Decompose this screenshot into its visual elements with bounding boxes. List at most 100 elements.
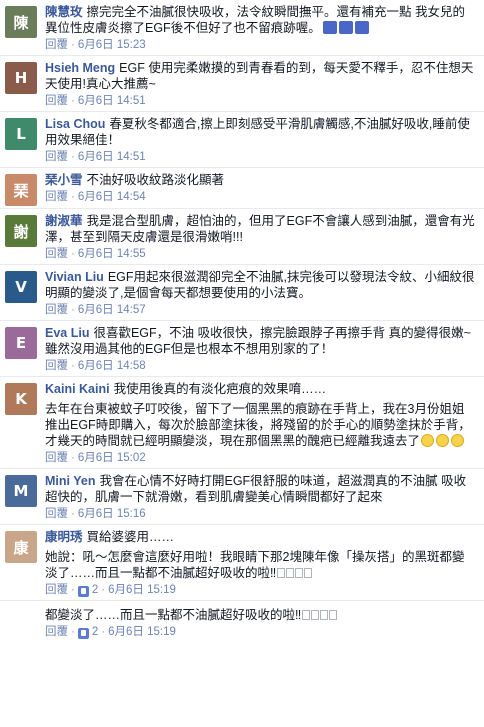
comment-author[interactable]: Eva Liu: [45, 326, 89, 340]
reply-link[interactable]: 回覆: [45, 189, 68, 205]
comment-meta: 回覆 · 6月6日 14:51: [45, 149, 476, 165]
comment-content: Mini Yen 我會在心情不好時打開EGF很舒服的味道，超滋潤真的不油膩 吸收超…: [45, 473, 476, 505]
comment-meta: 回覆 · 6月6日 14:58: [45, 358, 476, 374]
missing-glyph-icon: [295, 568, 304, 578]
smile-emoji-icon: [436, 434, 450, 447]
comment-author[interactable]: 謝淑華: [45, 214, 83, 228]
timestamp-link[interactable]: 6月6日 15:16: [78, 506, 146, 522]
timestamp-link[interactable]: 6月6日 14:51: [78, 93, 146, 109]
reply-link[interactable]: 回覆: [45, 149, 68, 165]
timestamp-link[interactable]: 6月6日 15:19: [108, 582, 176, 598]
comment-item: M Mini Yen 我會在心情不好時打開EGF很舒服的味道，超滋潤真的不油膩 吸收…: [0, 469, 484, 525]
comment-text: 我會在心情不好時打開EGF很舒服的味道，超滋潤真的不油膩 吸收超快的，肌膚一下就…: [45, 474, 467, 504]
reply-link[interactable]: 回覆: [45, 302, 68, 318]
timestamp-link[interactable]: 6月6日 15:23: [78, 37, 146, 53]
avatar-initial: 陳: [13, 13, 29, 32]
comment-item: 陳陳慧玫 擦完完全不油膩很快吸收，法令紋瞬間撫平。還有補充一點 我女兒的異位性皮膚…: [0, 0, 484, 56]
comment-content: 陳慧玫 擦完完全不油膩很快吸收，法令紋瞬間撫平。還有補充一點 我女兒的異位性皮膚炎…: [45, 4, 476, 36]
continued-comment: 都變淡了……而且一點都不油膩超好吸收的啦‼ 回覆 · 2 · 6月6日 15:19: [0, 601, 484, 642]
avatar[interactable]: K: [5, 383, 37, 415]
avatar-initial: V: [15, 278, 27, 296]
comment-body: Vivian Liu EGF用起來很滋潤卻完全不油膩,抹完後可以發現法令紋、小細紋…: [45, 269, 476, 318]
missing-glyph-icon: [302, 610, 311, 620]
comment-content: Lisa Chou 春夏秋冬都適合,擦上即刻感受平滑肌膚觸感,不油膩好吸收,睡前使…: [45, 116, 476, 148]
comment-extra-text: 去年在台東被蚊子叮咬後，留下了一個黑黑的痕跡在手背上，我在3月份姐姐推出EGF時…: [45, 402, 471, 448]
comment-content: 康明琇 買給婆婆用……: [45, 529, 476, 545]
comment-author[interactable]: 陳慧玫: [45, 5, 83, 19]
avatar-initial: E: [15, 334, 27, 352]
comment-meta: 回覆 · 6月6日 14:55: [45, 246, 476, 262]
timestamp-link[interactable]: 6月6日 15:02: [78, 450, 146, 466]
comment-body: Hsieh Meng EGF 使用完柔嫩摸的到青春看的到，每天愛不釋手，忍不住想天…: [45, 60, 476, 109]
timestamp-link[interactable]: 6月6日 14:51: [78, 149, 146, 165]
avatar[interactable]: V: [5, 271, 37, 303]
comment-meta: 回覆 · 6月6日 15:16: [45, 506, 476, 522]
avatar[interactable]: 琹: [5, 174, 37, 206]
comment-body: 謝淑華 我是混合型肌膚，超怕油的，但用了EGF不會讓人感到油膩，還會有光澤，甚至到…: [45, 213, 476, 262]
avatar-initial: H: [14, 69, 28, 87]
missing-glyph-icon: [329, 610, 338, 620]
comment-author[interactable]: Vivian Liu: [45, 270, 104, 284]
avatar[interactable]: 謝: [5, 215, 37, 247]
timestamp-link[interactable]: 6月6日 14:58: [78, 358, 146, 374]
comment-content: Kaini Kaini 我使用後真的有淡化疤痕的效果唷……: [45, 381, 476, 397]
comment-item: E Eva Liu 很喜歡EGF，不油 吸收很快，擦完臉跟脖子再擦手背 真的變得很嫩…: [0, 321, 484, 377]
comment-author[interactable]: 琹小雪: [45, 173, 83, 187]
comment-body: Lisa Chou 春夏秋冬都適合,擦上即刻感受平滑肌膚觸感,不油膩好吸收,睡前使…: [45, 116, 476, 165]
reply-link[interactable]: 回覆: [45, 450, 68, 466]
avatar[interactable]: E: [5, 327, 37, 359]
missing-glyph-icon: [277, 568, 286, 578]
reply-link[interactable]: 回覆: [45, 582, 68, 598]
missing-glyph-icon: [304, 568, 313, 578]
comment-content: 謝淑華 我是混合型肌膚，超怕油的，但用了EGF不會讓人感到油膩，還會有光澤，甚至到…: [45, 213, 476, 245]
avatar-initial: 謝: [13, 222, 29, 241]
comment-content: 琹小雪 不油好吸收紋路淡化顯著: [45, 172, 476, 188]
separator: ·: [71, 39, 75, 51]
reply-link[interactable]: 回覆: [45, 246, 68, 262]
like-count[interactable]: 2: [92, 582, 98, 598]
comment-body: Kaini Kaini 我使用後真的有淡化疤痕的效果唷…… 去年在台東被蚊子叮咬後，…: [45, 381, 476, 466]
comment-meta: 回覆 · 2 · 6月6日 15:19: [45, 624, 476, 640]
comment-author[interactable]: 康明琇: [45, 530, 83, 544]
comment-meta: 回覆 · 6月6日 14:57: [45, 302, 476, 318]
comment-item: 謝謝淑華 我是混合型肌膚，超怕油的，但用了EGF不會讓人感到油膩，還會有光澤，甚至…: [0, 209, 484, 265]
comment-item: V Vivian Liu EGF用起來很滋潤卻完全不油膩,抹完後可以發現法令紋、小細…: [0, 265, 484, 321]
separator: ·: [101, 626, 106, 638]
comment-author[interactable]: Mini Yen: [45, 474, 95, 488]
comment-author[interactable]: Kaini Kaini: [45, 382, 110, 396]
reply-link[interactable]: 回覆: [45, 358, 68, 374]
comment-text: 我使用後真的有淡化疤痕的效果唷……: [113, 382, 327, 396]
missing-glyph-icon: [320, 610, 329, 620]
smile-emoji-icon: [451, 434, 465, 447]
comment-item: 康康明琇 買給婆婆用…… 她說：吼～怎麼會這麼好用啦！我眼睛下那2塊陳年像「操灰搭」…: [0, 525, 484, 601]
missing-glyph-icon: [311, 610, 320, 620]
comment-body: Mini Yen 我會在心情不好時打開EGF很舒服的味道，超滋潤真的不油膩 吸收超…: [45, 473, 476, 522]
timestamp-link[interactable]: 6月6日 14:57: [78, 302, 146, 318]
avatar[interactable]: 康: [5, 531, 37, 563]
comment-meta: 回覆 · 6月6日 14:54: [45, 189, 476, 205]
reply-link[interactable]: 回覆: [45, 624, 68, 640]
reply-link[interactable]: 回覆: [45, 37, 68, 53]
comment-author[interactable]: Hsieh Meng: [45, 61, 115, 75]
comment-author[interactable]: Lisa Chou: [45, 117, 105, 131]
comment-meta: 回覆 · 6月6日 15:23: [45, 37, 476, 53]
timestamp-link[interactable]: 6月6日 14:54: [78, 189, 146, 205]
avatar[interactable]: H: [5, 62, 37, 94]
reply-link[interactable]: 回覆: [45, 93, 68, 109]
like-icon[interactable]: [77, 627, 89, 639]
comment-item: L Lisa Chou 春夏秋冬都適合,擦上即刻感受平滑肌膚觸感,不油膩好吸收,睡前…: [0, 112, 484, 168]
avatar[interactable]: L: [5, 118, 37, 150]
separator: ·: [71, 508, 75, 520]
timestamp-link[interactable]: 6月6日 15:19: [108, 624, 176, 640]
avatar[interactable]: 陳: [5, 6, 37, 38]
separator: ·: [71, 191, 75, 203]
timestamp-link[interactable]: 6月6日 14:55: [78, 246, 146, 262]
thumbs-up-emoji-icon: [338, 21, 353, 34]
comment-meta: 回覆 · 6月6日 15:02: [45, 450, 476, 466]
like-count[interactable]: 2: [92, 624, 98, 640]
separator: ·: [71, 304, 75, 316]
reply-link[interactable]: 回覆: [45, 506, 68, 522]
like-icon[interactable]: [77, 585, 89, 597]
avatar[interactable]: M: [5, 475, 37, 507]
separator: ·: [101, 584, 106, 596]
